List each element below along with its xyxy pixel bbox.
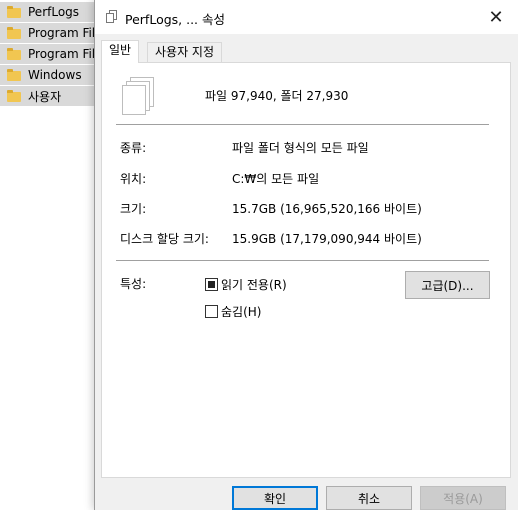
file-folder-count: 파일 97,940, 폴더 27,930 [205, 89, 349, 103]
tab-general[interactable]: 일반 [101, 40, 140, 63]
close-button[interactable]: ✕ [473, 0, 518, 34]
size-value: 15.7GB (16,965,520,166 바이트) [232, 202, 422, 216]
divider [116, 260, 489, 261]
hidden-checkbox-row[interactable]: 숨김(H) [205, 303, 261, 320]
multiple-files-icon [122, 77, 158, 117]
folder-name: PerfLogs [28, 5, 80, 19]
cancel-button[interactable]: 취소 [326, 486, 412, 510]
apply-button[interactable]: 적용(A) [420, 486, 506, 510]
folder-icon [7, 48, 21, 60]
folder-icon [7, 6, 21, 18]
folder-name: Windows [28, 68, 82, 82]
type-label: 종류: [120, 141, 147, 155]
ok-button[interactable]: 확인 [232, 486, 318, 510]
hidden-checkbox[interactable] [205, 305, 218, 318]
readonly-checkbox-row[interactable]: 읽기 전용(R) [205, 276, 287, 293]
hidden-label: 숨김(H) [221, 305, 262, 319]
folder-icon [7, 69, 21, 81]
size-on-disk-value: 15.9GB (17,179,090,944 바이트) [232, 232, 422, 246]
folder-name: Program Files (x86) [28, 47, 98, 61]
properties-dialog: PerfLogs, ... 속성 ✕ 일반 사용자 지정 파일 97,940, … [94, 0, 518, 510]
dialog-title: PerfLogs, ... 속성 [125, 12, 226, 27]
size-label: 크기: [120, 202, 147, 216]
folder-name: Program Files [28, 26, 98, 40]
close-icon: ✕ [488, 6, 504, 28]
readonly-checkbox[interactable] [205, 278, 218, 291]
divider [116, 124, 489, 125]
folder-name: 사용자 [28, 89, 62, 104]
tab-customize[interactable]: 사용자 지정 [147, 42, 223, 62]
title-bar[interactable]: PerfLogs, ... 속성 ✕ [95, 0, 518, 34]
location-label: 위치: [120, 172, 147, 186]
multiple-files-icon [106, 10, 118, 24]
general-panel: 파일 97,940, 폴더 27,930 종류: 파일 폴더 형식의 모든 파일… [101, 62, 511, 478]
advanced-button[interactable]: 고급(D)... [405, 271, 490, 299]
attributes-label: 특성: [120, 277, 147, 291]
location-value: C:₩의 모든 파일 [232, 172, 320, 186]
folder-icon [7, 90, 21, 102]
type-value: 파일 폴더 형식의 모든 파일 [232, 141, 369, 155]
size-on-disk-label: 디스크 할당 크기: [120, 232, 209, 246]
folder-icon [7, 27, 21, 39]
readonly-label: 읽기 전용(R) [221, 278, 287, 292]
